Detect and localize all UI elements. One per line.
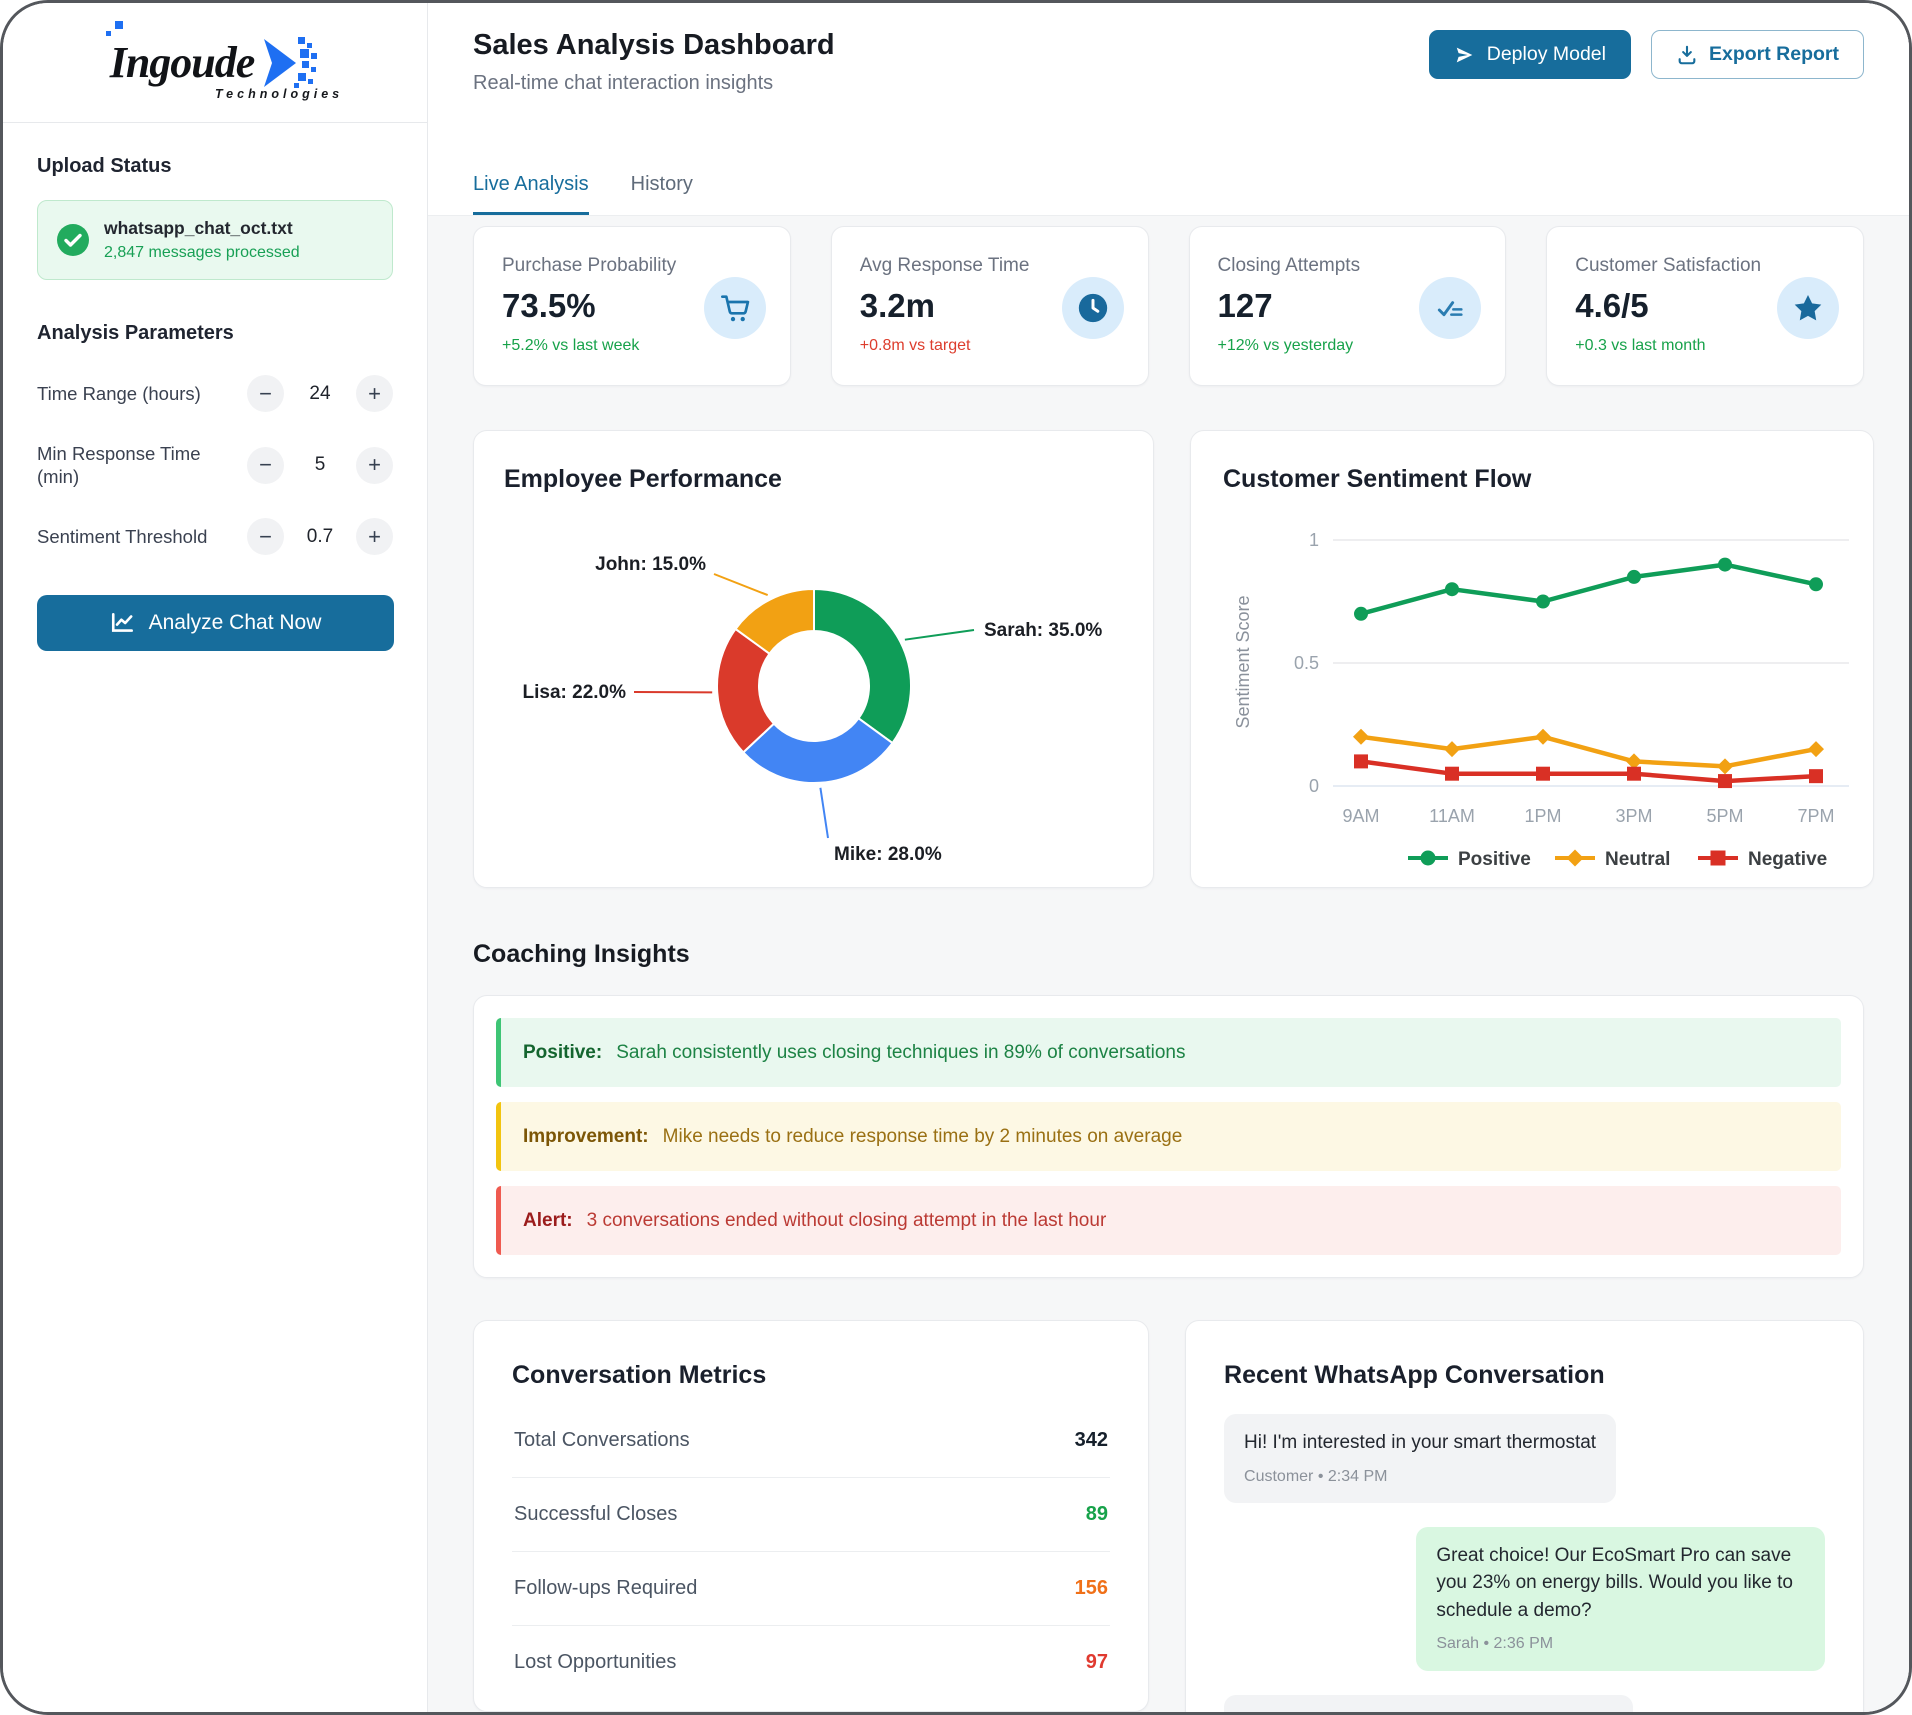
svg-text:Negative: Negative (1748, 849, 1827, 870)
chat-message-text: Great choice! Our EcoSmart Pro can save … (1436, 1542, 1805, 1625)
metric-label: Successful Closes (514, 1503, 677, 1526)
svg-text:7PM: 7PM (1797, 806, 1834, 826)
employee-performance-title: Employee Performance (504, 465, 1123, 494)
stat-label: Customer Satisfaction (1575, 255, 1835, 277)
coaching-insights-card: Positive: Sarah consistently uses closin… (473, 995, 1864, 1278)
chat-message: Great choice! Our EcoSmart Pro can save … (1416, 1527, 1825, 1671)
metric-row-total-conversations: Total Conversations 342 (512, 1404, 1110, 1478)
tab-history[interactable]: History (631, 173, 693, 215)
check-circle-icon (56, 223, 90, 257)
sentiment-flow-card: Customer Sentiment Flow 1 0.5 0 Sentiment S… (1190, 430, 1874, 888)
employee-performance-card: Employee Performance Sarah: 35.0% Mike: 2… (473, 430, 1154, 888)
svg-text:1: 1 (1309, 530, 1319, 550)
svg-text:3PM: 3PM (1615, 806, 1652, 826)
whatsapp-conversation-title: Recent WhatsApp Conversation (1224, 1361, 1825, 1390)
stat-label: Purchase Probability (502, 255, 762, 277)
tab-bar: Live Analysis History (473, 173, 693, 215)
insight-positive: Positive: Sarah consistently uses closin… (496, 1018, 1841, 1087)
stat-delta: +12% vs yesterday (1218, 337, 1478, 355)
metric-label: Total Conversations (514, 1429, 690, 1452)
metric-value: 156 (1075, 1577, 1108, 1600)
svg-text:0.5: 0.5 (1294, 653, 1319, 673)
svg-text:John: 15.0%: John: 15.0% (595, 554, 706, 575)
insight-label: Positive: (523, 1042, 602, 1064)
rocket-icon (1454, 44, 1476, 66)
deploy-model-button[interactable]: Deploy Model (1429, 30, 1631, 79)
checklist-icon (1419, 277, 1481, 339)
sentiment-flow-line-chart: 1 0.5 0 Sentiment Score 9AM 11AM 1PM 3PM 5PM 7PM P… (1223, 510, 1863, 878)
tab-live-analysis[interactable]: Live Analysis (473, 173, 589, 215)
insight-alert: Alert: 3 conversations ended without clo… (496, 1186, 1841, 1255)
stat-delta: +0.8m vs target (860, 337, 1120, 355)
chart-line-icon (110, 610, 136, 636)
whatsapp-conversation-card: Recent WhatsApp Conversation Hi! I'm int… (1185, 1320, 1864, 1715)
svg-text:Mike: 28.0%: Mike: 28.0% (834, 844, 942, 865)
stat-delta: +5.2% vs last week (502, 337, 762, 355)
insight-label: Alert: (523, 1210, 573, 1232)
stat-delta: +0.3 vs last month (1575, 337, 1835, 355)
svg-text:0: 0 (1309, 776, 1319, 796)
chat-message: Hi! I'm interested in your smart thermos… (1224, 1414, 1616, 1503)
insight-improvement: Improvement: Mike needs to reduce respon… (496, 1102, 1841, 1171)
metric-value: 97 (1086, 1651, 1108, 1674)
insight-text: Sarah consistently uses closing techniqu… (616, 1042, 1185, 1064)
deploy-model-label: Deploy Model (1487, 43, 1606, 66)
svg-text:11AM: 11AM (1429, 806, 1475, 826)
stat-card-purchase-probability: Purchase Probability 73.5% +5.2% vs last… (473, 226, 791, 386)
brand-name: Ingoude (110, 37, 255, 88)
stat-card-closing-attempts: Closing Attempts 127 +12% vs yesterday (1189, 226, 1507, 386)
svg-text:9AM: 9AM (1342, 806, 1379, 826)
svg-text:Neutral: Neutral (1605, 849, 1670, 870)
stat-card-customer-satisfaction: Customer Satisfaction 4.6/5 +0.3 vs last… (1546, 226, 1864, 386)
insight-text: Mike needs to reduce response time by 2 … (663, 1126, 1183, 1148)
conversation-metrics-title: Conversation Metrics (512, 1361, 1110, 1390)
chat-message: That sounds amazing! How much does it co… (1224, 1695, 1633, 1715)
svg-text:5PM: 5PM (1706, 806, 1743, 826)
export-report-button[interactable]: Export Report (1651, 30, 1864, 79)
brand-logo: Ingoude Technologies (3, 3, 427, 123)
cart-icon (704, 277, 766, 339)
metric-row-follow-ups: Follow-ups Required 156 (512, 1552, 1110, 1626)
sidebar: Ingoude Technologies Upload Status (3, 3, 428, 1712)
chat-message-text: Hi! I'm interested in your smart thermos… (1244, 1429, 1596, 1457)
employee-performance-donut-chart: Sarah: 35.0% Mike: 28.0% Lisa: 22.0% John: … (504, 508, 1124, 888)
sentiment-flow-title: Customer Sentiment Flow (1223, 465, 1841, 494)
clock-icon (1062, 277, 1124, 339)
metric-row-successful-closes: Successful Closes 89 (512, 1478, 1110, 1552)
insight-label: Improvement: (523, 1126, 649, 1148)
conversation-metrics-card: Conversation Metrics Total Conversations… (473, 1320, 1149, 1712)
page-header: Sales Analysis Dashboard Real-time chat … (428, 3, 1909, 216)
app-window: Ingoude Technologies Upload Status (0, 0, 1912, 1715)
svg-text:Positive: Positive (1458, 849, 1531, 870)
svg-text:Lisa: 22.0%: Lisa: 22.0% (523, 682, 627, 703)
metric-row-lost-opportunities: Lost Opportunities 97 (512, 1626, 1110, 1699)
stat-card-avg-response-time: Avg Response Time 3.2m +0.8m vs target (831, 226, 1149, 386)
logo-pixel-accent-icon (106, 21, 128, 41)
svg-text:1PM: 1PM (1524, 806, 1561, 826)
metric-value: 342 (1075, 1429, 1108, 1452)
coaching-insights-heading: Coaching Insights (473, 940, 1864, 969)
chat-message-text: That sounds amazing! How much does it co… (1244, 1710, 1613, 1715)
logo-arrow-icon (258, 31, 320, 95)
metric-label: Lost Opportunities (514, 1651, 676, 1674)
chat-message-meta: Customer • 2:34 PM (1244, 1465, 1596, 1488)
insight-text: 3 conversations ended without closing at… (587, 1210, 1107, 1232)
chat-message-meta: Sarah • 2:36 PM (1436, 1632, 1805, 1655)
download-icon (1676, 44, 1698, 66)
metric-label: Follow-ups Required (514, 1577, 697, 1600)
brand-tagline: Technologies (215, 87, 367, 1714)
export-report-label: Export Report (1709, 43, 1839, 66)
main-area: Sales Analysis Dashboard Real-time chat … (428, 3, 1909, 1712)
metric-value: 89 (1086, 1503, 1108, 1526)
svg-text:Sentiment Score: Sentiment Score (1233, 595, 1253, 728)
stat-cards-row: Purchase Probability 73.5% +5.2% vs last… (473, 226, 1864, 386)
svg-text:Sarah: 35.0%: Sarah: 35.0% (984, 620, 1102, 641)
stat-label: Avg Response Time (860, 255, 1120, 277)
star-icon (1777, 277, 1839, 339)
stat-label: Closing Attempts (1218, 255, 1478, 277)
